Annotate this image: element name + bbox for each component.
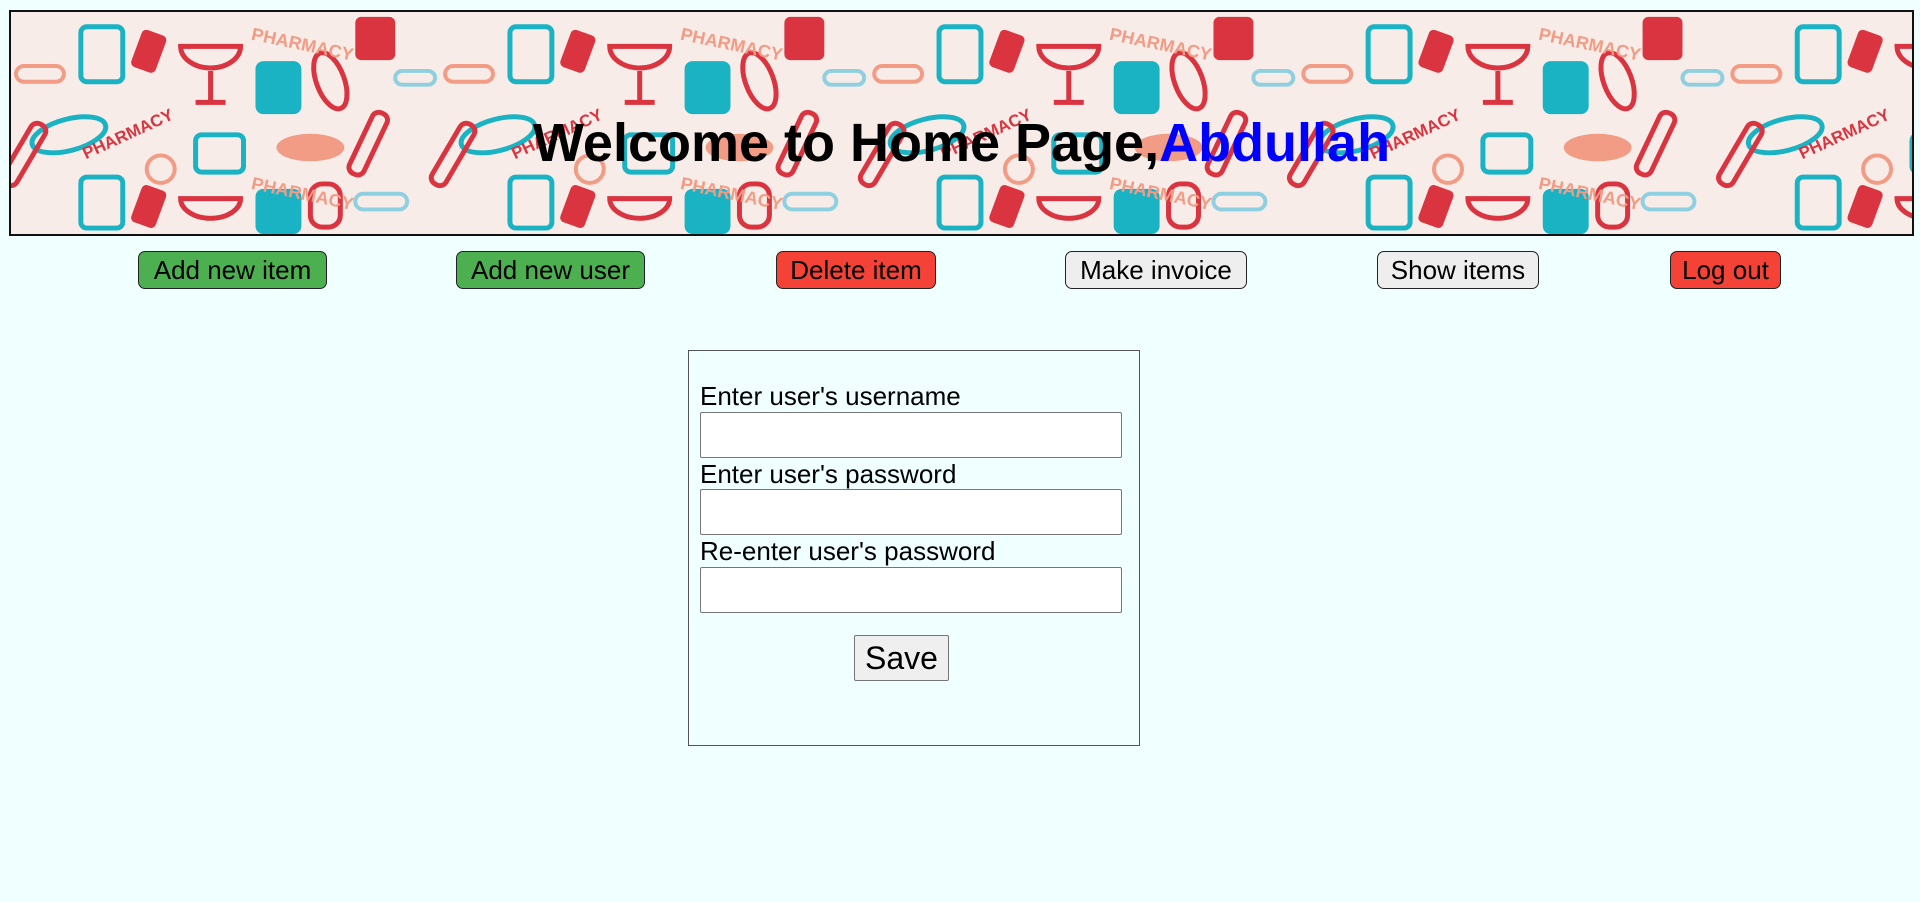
bowl-of-hygieia-icon	[1465, 43, 1531, 105]
vial-icon	[1418, 29, 1454, 73]
action-toolbar: Add new item Add new user Delete item Ma…	[0, 250, 1920, 290]
blister-pack-icon	[507, 24, 555, 85]
bottle-icon	[1113, 61, 1160, 115]
vial-icon	[989, 29, 1025, 73]
reenter-password-label: Re-enter user's password	[700, 536, 996, 566]
pill-icon	[1211, 191, 1268, 212]
pharmacy-word: PHARMACY	[1108, 24, 1214, 65]
pill-icon	[1301, 64, 1354, 84]
pill-icon	[872, 64, 925, 84]
pharmacy-word: PHARMACY	[679, 24, 785, 65]
bottle-icon	[1542, 61, 1589, 115]
password-label: Enter user's password	[700, 459, 957, 489]
bowl-of-hygieia-icon	[607, 43, 673, 105]
bowl-of-hygieia-icon	[1036, 43, 1102, 105]
make-invoice-button[interactable]: Make invoice	[1065, 251, 1247, 289]
blister-pack-icon	[936, 24, 984, 85]
pill-icon	[353, 191, 410, 212]
pill-icon	[782, 191, 839, 212]
blister-pack-icon	[936, 174, 984, 231]
bowl-of-hygieia-icon	[178, 196, 244, 221]
pharmacy-word: PHARMACY	[250, 24, 356, 65]
pill-box-icon	[1642, 16, 1683, 61]
vial-icon	[1847, 29, 1883, 73]
blister-pack-icon	[1794, 24, 1842, 85]
small-pill-icon	[822, 68, 867, 87]
save-button[interactable]: Save	[854, 635, 949, 681]
username-input[interactable]	[700, 412, 1122, 458]
pill-icon	[443, 64, 495, 84]
show-items-button[interactable]: Show items	[1377, 251, 1539, 289]
add-user-form: Enter user's username Enter user's passw…	[688, 350, 1140, 746]
vial-icon	[560, 185, 596, 228]
small-pill-icon	[393, 68, 438, 87]
pill-box-icon	[355, 16, 396, 61]
pharmacy-word: PHARMACY	[1537, 24, 1643, 65]
blister-pack-icon	[1365, 174, 1413, 231]
add-new-item-button[interactable]: Add new item	[138, 251, 327, 289]
vial-icon	[989, 185, 1025, 228]
user-name: Abdullah	[1159, 113, 1391, 173]
add-new-user-button[interactable]: Add new user	[456, 251, 645, 289]
small-pill-icon	[1680, 68, 1725, 87]
pill-icon	[1730, 64, 1783, 84]
blister-pack-icon	[1794, 174, 1842, 231]
delete-item-button[interactable]: Delete item	[776, 251, 936, 289]
bowl-of-hygieia-icon	[1894, 196, 1912, 219]
welcome-text: Welcome to Home Page,	[532, 113, 1160, 173]
vial-icon	[131, 185, 167, 228]
pill-box-icon	[784, 16, 825, 61]
page-title: Welcome to Home Page,Abdullah	[11, 112, 1912, 174]
blister-pack-icon	[78, 174, 126, 231]
pill-box-icon	[1213, 16, 1254, 61]
vial-icon	[560, 29, 596, 73]
header-banner: PHARMACY PHARMACY PHARMACY PHARMACY PHARMACY…	[9, 10, 1914, 236]
bottle-icon	[255, 61, 302, 115]
bowl-of-hygieia-icon	[178, 43, 244, 105]
bowl-of-hygieia-icon	[1036, 196, 1102, 221]
reenter-password-input[interactable]	[700, 567, 1122, 613]
bottle-icon	[684, 61, 731, 115]
pill-icon	[13, 64, 66, 84]
vial-icon	[1847, 185, 1883, 228]
password-input[interactable]	[700, 489, 1122, 535]
vial-icon	[1418, 185, 1454, 228]
log-out-button[interactable]: Log out	[1670, 251, 1781, 289]
blister-pack-icon	[507, 174, 555, 231]
blister-pack-icon	[1365, 24, 1413, 85]
blister-pack-icon	[78, 24, 126, 85]
small-pill-icon	[1251, 68, 1296, 87]
bowl-of-hygieia-icon	[1465, 196, 1531, 221]
bowl-of-hygieia-icon	[1894, 43, 1912, 105]
vial-icon	[131, 29, 167, 73]
username-label: Enter user's username	[700, 381, 961, 411]
bowl-of-hygieia-icon	[607, 196, 673, 221]
pill-icon	[1640, 191, 1697, 212]
